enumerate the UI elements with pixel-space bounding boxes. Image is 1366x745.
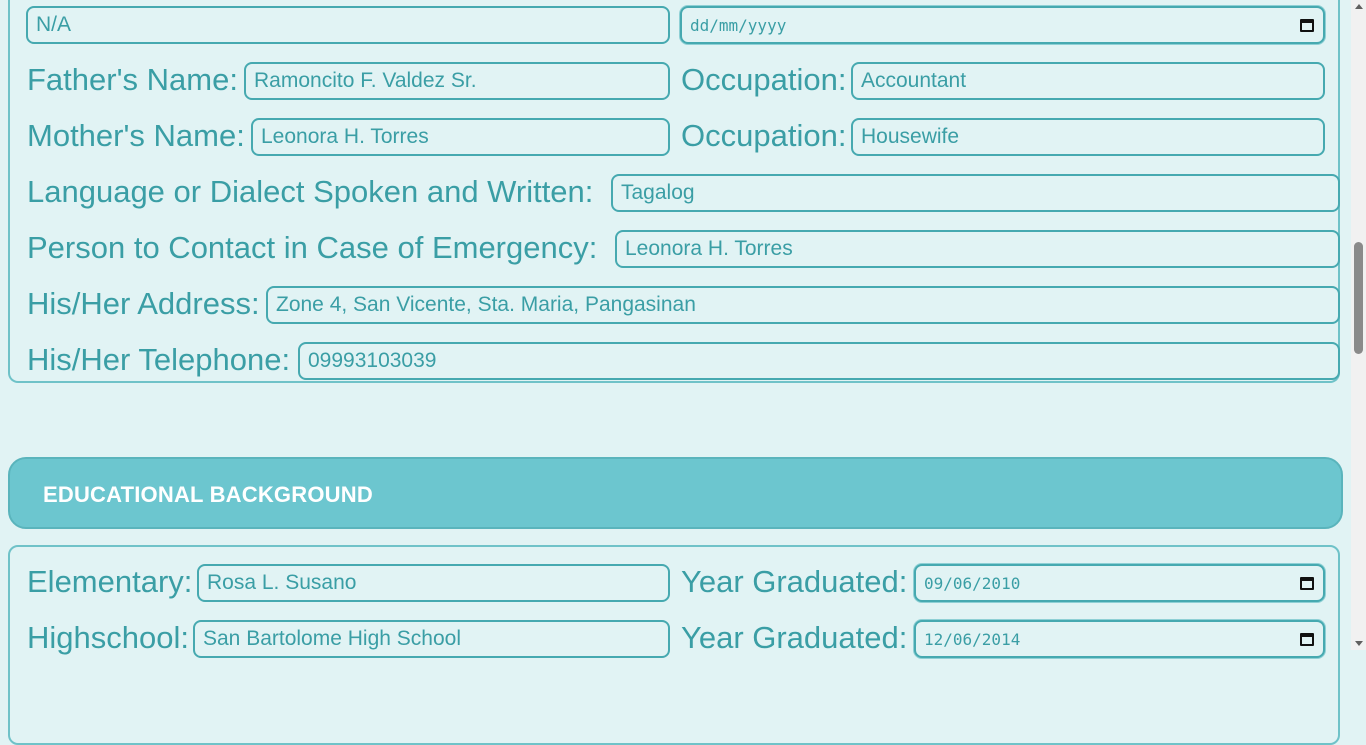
fathers-name-label: Father's Name: [27, 62, 238, 97]
mother-occupation-input[interactable] [851, 118, 1325, 156]
calendar-icon[interactable] [1299, 575, 1315, 591]
language-label: Language or Dialect Spoken and Written: [27, 174, 594, 209]
mothers-name-input[interactable] [251, 118, 670, 156]
educational-background-header: EDUCATIONAL BACKGROUND [8, 457, 1343, 529]
telephone-label: His/Her Telephone: [27, 342, 291, 377]
section-title: EDUCATIONAL BACKGROUND [43, 482, 373, 507]
elementary-year-input[interactable]: 09/06/2010 [914, 564, 1325, 602]
previous-date-input[interactable]: dd/mm/yyyy [680, 6, 1325, 44]
previous-field-input[interactable] [26, 6, 670, 44]
calendar-icon[interactable] [1299, 17, 1315, 33]
elementary-input[interactable] [197, 564, 670, 602]
mother-occupation-label: Occupation: [681, 118, 847, 153]
mothers-name-label: Mother's Name: [27, 118, 245, 153]
elementary-year-value: 09/06/2010 [924, 573, 1021, 593]
highschool-year-input[interactable]: 12/06/2014 [914, 620, 1325, 658]
father-occupation-label: Occupation: [681, 62, 847, 97]
highschool-year-value: 12/06/2014 [924, 629, 1021, 649]
date-placeholder: dd/mm/yyyy [690, 15, 787, 35]
scroll-up-arrow-icon[interactable] [1355, 4, 1363, 9]
father-occupation-input[interactable] [851, 62, 1325, 100]
emergency-contact-label: Person to Contact in Case of Emergency: [27, 230, 598, 265]
fathers-name-input[interactable] [244, 62, 670, 100]
calendar-icon[interactable] [1299, 631, 1315, 647]
telephone-input[interactable] [298, 342, 1340, 380]
elementary-label: Elementary: [27, 564, 193, 599]
scroll-down-arrow-icon[interactable] [1355, 641, 1363, 646]
address-label: His/Her Address: [27, 286, 260, 321]
highschool-label: Highschool: [27, 620, 189, 655]
elementary-year-label: Year Graduated: [681, 564, 908, 599]
vertical-scrollbar[interactable] [1351, 0, 1366, 650]
scrollbar-thumb[interactable] [1354, 242, 1363, 354]
highschool-year-label: Year Graduated: [681, 620, 908, 655]
language-input[interactable] [611, 174, 1340, 212]
highschool-input[interactable] [193, 620, 670, 658]
emergency-contact-input[interactable] [615, 230, 1340, 268]
address-input[interactable] [266, 286, 1340, 324]
